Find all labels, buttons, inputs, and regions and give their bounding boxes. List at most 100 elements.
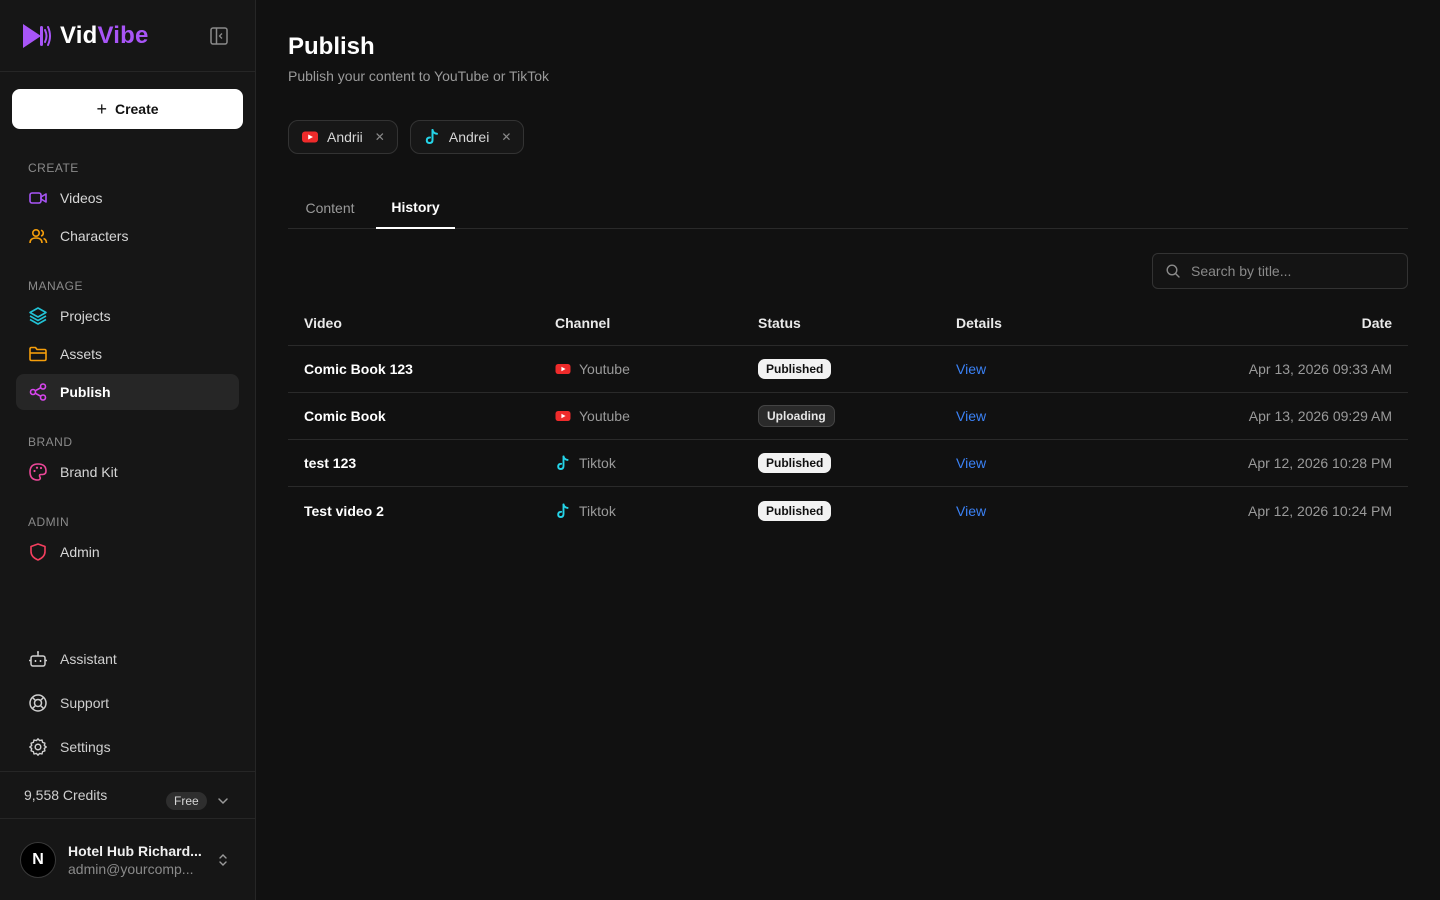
youtube-icon (302, 131, 318, 143)
layers-icon (29, 307, 47, 325)
date-cell: Apr 13, 2026 09:29 AM (1248, 408, 1392, 424)
channel-name: Youtube (579, 361, 630, 377)
view-link[interactable]: View (956, 408, 986, 424)
sidebar-item-assistant[interactable]: Assistant (16, 641, 239, 677)
column-header-status: Status (758, 314, 801, 331)
sidebar-item-videos[interactable]: Videos (16, 180, 239, 216)
credits-count: 9,558 Credits (24, 787, 108, 803)
video-title: Comic Book (304, 408, 386, 424)
view-link[interactable]: View (956, 503, 986, 519)
date-cell: Apr 12, 2026 10:28 PM (1248, 455, 1392, 471)
channel-chip-youtube[interactable]: Andrii ✕ (288, 120, 398, 154)
palette-icon (29, 463, 47, 481)
sidebar-item-settings[interactable]: Settings (16, 729, 239, 765)
sidebar-item-label: Settings (60, 739, 111, 755)
table-header: Video Channel Status Details Date (288, 300, 1408, 346)
shield-icon (30, 543, 46, 561)
channel-cell: Youtube (555, 346, 630, 392)
tiktok-icon (557, 503, 569, 518)
table-row: Comic Book Youtube Uploading View Apr 13… (288, 393, 1408, 440)
folder-icon (29, 346, 47, 362)
sidebar-item-characters[interactable]: Characters (16, 218, 239, 254)
chevron-up-down-icon (219, 854, 227, 866)
chip-label: Andrei (448, 129, 490, 145)
channel-chips: Andrii ✕ Andrei ✕ (288, 120, 525, 154)
channel-cell: Youtube (555, 393, 630, 439)
search-input[interactable] (1191, 263, 1391, 279)
avatar: N (20, 842, 56, 878)
video-icon (29, 192, 47, 204)
status-badge: Published (758, 453, 832, 473)
chip-label: Andrii (327, 129, 363, 145)
sidebar-item-label: Brand Kit (60, 464, 118, 480)
tab-content[interactable]: Content (288, 186, 372, 229)
details-cell: View (956, 440, 986, 486)
view-link[interactable]: View (956, 455, 986, 471)
table-row: test 123 Tiktok Published View Apr 12, 2… (288, 440, 1408, 487)
sidebar-item-label: Support (60, 695, 110, 711)
status-badge: Uploading (758, 405, 835, 427)
lifebuoy-icon (29, 694, 47, 712)
sidebar-item-label: Characters (60, 228, 129, 244)
section-label-manage: MANAGE (28, 279, 84, 293)
sidebar-item-projects[interactable]: Projects (16, 298, 239, 334)
column-header-details: Details (956, 314, 1002, 331)
video-title: Comic Book 123 (304, 361, 413, 377)
sidebar-item-support[interactable]: Support (16, 685, 239, 721)
channel-name: Tiktok (579, 502, 616, 519)
section-label-admin: ADMIN (28, 515, 70, 529)
date-cell: Apr 12, 2026 10:24 PM (1248, 502, 1392, 519)
status-cell: Published (758, 440, 832, 486)
channel-cell: Tiktok (555, 487, 616, 534)
sidebar-toggle-icon[interactable] (209, 26, 229, 46)
create-button[interactable]: + Create (12, 89, 243, 129)
brand-header: VidVibe (0, 0, 255, 72)
section-label-brand: BRAND (28, 435, 73, 449)
user-menu[interactable]: N Hotel Hub Richard... admin@yourcomp... (0, 820, 256, 900)
section-label-create: CREATE (28, 161, 79, 175)
tiktok-icon (557, 455, 569, 470)
gear-icon (29, 738, 47, 756)
table-row: Comic Book 123 Youtube Published View Ap… (288, 346, 1408, 393)
column-header-date: Date (1361, 314, 1392, 331)
sidebar-item-brand-kit[interactable]: Brand Kit (16, 454, 239, 490)
status-cell: Published (758, 346, 832, 392)
tabs: Content History (288, 186, 1408, 229)
user-info: Hotel Hub Richard... admin@yourcomp... (68, 843, 204, 877)
sidebar-item-label: Videos (60, 190, 103, 206)
sidebar-item-assets[interactable]: Assets (16, 336, 239, 372)
chevron-down-icon[interactable] (216, 794, 230, 808)
details-cell: View (956, 346, 986, 392)
tiktok-icon (425, 129, 438, 145)
close-icon[interactable]: ✕ (501, 130, 511, 144)
status-cell: Uploading (758, 393, 835, 439)
details-cell: View (956, 487, 986, 534)
status-badge: Published (758, 359, 832, 379)
sidebar-item-label: Publish (60, 384, 111, 400)
history-table: Video Channel Status Details Date Comic … (288, 300, 1408, 534)
channel-chip-tiktok[interactable]: Andrei ✕ (409, 120, 525, 154)
sidebar-item-admin[interactable]: Admin (16, 534, 239, 570)
credits-bar[interactable]: 9,558 Credits Free (0, 771, 256, 819)
search-box[interactable] (1152, 253, 1408, 289)
table-row: Test video 2 Tiktok Published View Apr 1… (288, 487, 1408, 534)
column-header-channel: Channel (555, 314, 611, 331)
channel-cell: Tiktok (555, 440, 616, 486)
close-icon[interactable]: ✕ (375, 130, 385, 144)
view-link[interactable]: View (956, 361, 986, 377)
tab-history[interactable]: History (376, 186, 455, 229)
sidebar-item-publish[interactable]: Publish (16, 374, 239, 410)
page-title: Publish (288, 33, 375, 60)
sidebar-item-label: Projects (60, 308, 111, 324)
brand-name: VidVibe (60, 21, 149, 49)
date-cell: Apr 13, 2026 09:33 AM (1248, 361, 1392, 377)
sidebar: VidVibe + Create CREATE Videos Character… (0, 0, 256, 900)
page-subtitle: Publish your content to YouTube or TikTo… (288, 68, 549, 84)
plan-badge: Free (166, 792, 207, 810)
sidebar-item-label: Assets (60, 346, 103, 362)
youtube-icon (555, 364, 571, 374)
users-icon (29, 228, 48, 244)
logo-icon (23, 23, 51, 48)
column-header-video: Video (304, 314, 342, 331)
channel-name: Youtube (579, 408, 630, 424)
